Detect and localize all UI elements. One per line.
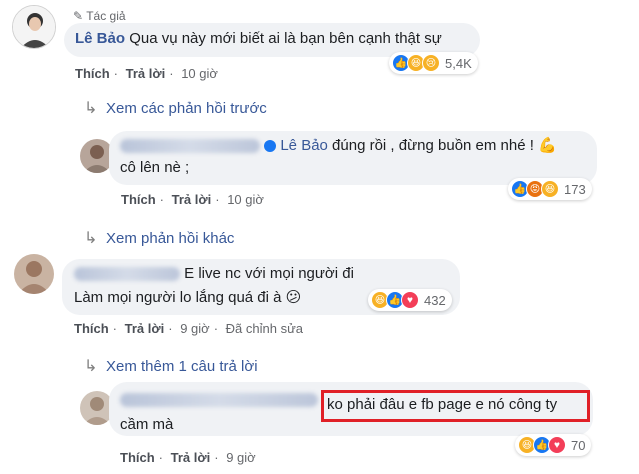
reply-arrow-icon: ↳: [84, 358, 98, 375]
reply-text-line-2: cầm mà: [120, 416, 174, 433]
timestamp[interactable]: 10 giờ: [181, 66, 218, 81]
reaction-summary[interactable]: 😆 👍 ♥ 70: [515, 434, 592, 456]
view-more-replies-link[interactable]: ↳ Xem thêm 1 câu trả lời: [84, 356, 258, 376]
reply-button[interactable]: Trả lời: [172, 192, 212, 207]
haha-icon: 😆: [541, 180, 559, 198]
mention-link[interactable]: Lê Bảo: [280, 137, 328, 154]
reply-author-line: [120, 389, 318, 411]
like-button[interactable]: Thích: [120, 450, 155, 465]
reply-body: ko phải đâu e fb page e nó công ty: [327, 396, 558, 413]
comment-text-line-2: Làm mọi người lo lắng quá đi à 😕: [74, 289, 302, 306]
reply-body: đúng rồi , đừng buồn em nhé ! 💪: [327, 137, 557, 154]
reaction-count: 432: [424, 292, 446, 308]
reaction-count: 5,4K: [445, 55, 472, 71]
avatar-image: [13, 6, 55, 48]
blurred-author-name: [120, 139, 260, 154]
reply-text: Lê Bảo đúng rồi , đừng buồn em nhé ! 💪: [120, 135, 557, 157]
comment-body: Qua vụ này mới biết ai là bạn bên cạnh t…: [129, 30, 442, 47]
love-icon: ♥: [401, 291, 419, 309]
reply-arrow-icon: ↳: [84, 100, 98, 117]
avatar-image: [14, 254, 54, 294]
comment-actions: Thích · Trả lời · 9 giờ · Đã chỉnh sửa: [74, 321, 304, 336]
author-badge-icon: ✎: [73, 9, 84, 23]
verified-badge-icon: [264, 140, 277, 153]
reply-button[interactable]: Trả lời: [171, 450, 211, 465]
avatar[interactable]: [14, 254, 54, 294]
view-other-replies-label: Xem phản hồi khác: [106, 230, 235, 247]
like-button[interactable]: Thích: [75, 66, 110, 81]
comment-text: E live nc với mọi người đi: [74, 263, 354, 285]
reply-button[interactable]: Trả lời: [126, 66, 166, 81]
blurred-author-name: [120, 393, 318, 408]
view-previous-replies-label: Xem các phản hồi trước: [106, 100, 267, 117]
reply-actions: Thích · Trả lời · 9 giờ: [120, 450, 256, 465]
reaction-summary[interactable]: 👍 😆 😢 5,4K: [389, 52, 478, 74]
view-other-replies-link[interactable]: ↳ Xem phản hồi khác: [84, 228, 234, 248]
comment-actions: Thích · Trả lời · 10 giờ: [75, 66, 218, 81]
blurred-author-name: [74, 267, 180, 282]
edited-label[interactable]: Đã chỉnh sửa: [226, 321, 303, 336]
love-icon: ♥: [548, 436, 566, 454]
reaction-count: 70: [571, 437, 586, 453]
reply-actions: Thích · Trả lời · 10 giờ: [121, 192, 264, 207]
reaction-summary[interactable]: 👍 😡 😆 173: [508, 178, 592, 200]
like-button[interactable]: Thích: [74, 321, 109, 336]
view-previous-replies-link[interactable]: ↳ Xem các phản hồi trước: [84, 98, 267, 118]
reply-text-line-2: cô lên nè ;: [120, 159, 190, 176]
timestamp[interactable]: 10 giờ: [227, 192, 264, 207]
reaction-summary[interactable]: 😆 👍 ♥ 432: [368, 289, 452, 311]
comment-author[interactable]: Lê Bảo: [75, 30, 125, 47]
timestamp[interactable]: 9 giờ: [226, 450, 256, 465]
reply-arrow-icon: ↳: [84, 230, 98, 247]
sad-icon: 😢: [422, 54, 440, 72]
like-button[interactable]: Thích: [121, 192, 156, 207]
view-more-replies-label: Xem thêm 1 câu trả lời: [106, 358, 258, 375]
author-badge: ✎ Tác giả: [73, 9, 126, 23]
comment-body: E live nc với mọi người đi: [184, 265, 354, 282]
avatar[interactable]: [12, 5, 56, 49]
reply-button[interactable]: Trả lời: [125, 321, 165, 336]
comment-text: Lê Bảo Qua vụ này mới biết ai là bạn bên…: [75, 28, 442, 50]
reaction-count: 173: [564, 181, 586, 197]
timestamp[interactable]: 9 giờ: [180, 321, 210, 336]
author-badge-label: Tác giả: [86, 9, 126, 23]
